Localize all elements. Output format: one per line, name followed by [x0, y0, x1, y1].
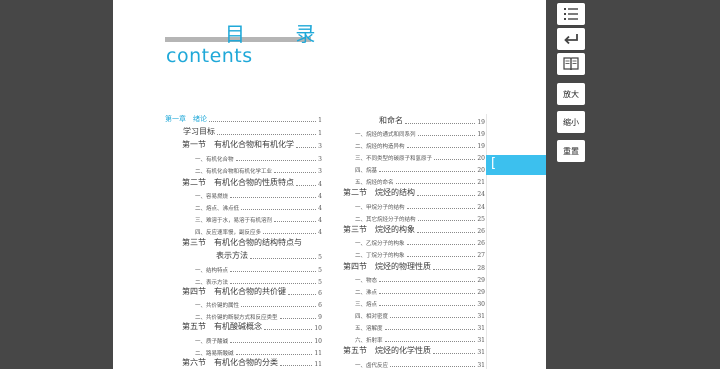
toc-entry[interactable]: 第四节 烷烃的物理性质 28	[343, 262, 485, 272]
toc-entry[interactable]: 第二节 有机化合物的性质特点 4	[182, 178, 322, 188]
toc-entry[interactable]: 二、烷烃的构造异构 19	[355, 140, 485, 150]
toc-entry[interactable]: 二、熔点、沸点低 4	[195, 202, 322, 212]
toc-entry[interactable]: 三、难溶于水，易溶于有机溶剂 4	[195, 214, 322, 224]
toc-entry[interactable]: 第五节 烷烃的化学性质 31	[343, 346, 485, 356]
book-button[interactable]	[557, 53, 585, 75]
toc-entry[interactable]: 一、甲烷分子的结构 24	[355, 201, 485, 211]
page-title-en: contents	[166, 45, 253, 67]
page-title-cn: 目 录	[225, 22, 338, 46]
list-icon	[563, 7, 579, 21]
toc-entry[interactable]: 六、折射率 31	[355, 334, 485, 344]
toc-entry[interactable]: 一、物态 29	[355, 274, 485, 284]
toc-entry[interactable]: 三、熔点 30	[355, 298, 485, 308]
toc-entry[interactable]: 一、容易燃烧 4	[195, 190, 322, 200]
toc-entry[interactable]: 第六节 有机化合物的分类 11	[182, 358, 322, 368]
toc-entry[interactable]: 第一章 绪论 1	[165, 114, 322, 124]
toc-entry[interactable]: 和命名 19	[379, 116, 485, 126]
toc-entry[interactable]: 五、烷烃的命名 21	[355, 176, 485, 186]
toc-entry[interactable]: 第四节 有机化合物的共价键 6	[182, 287, 322, 297]
toc-entry[interactable]: 一、卤代反应 31	[355, 359, 485, 369]
toc-entry[interactable]: 第一节 有机化合物和有机化学 3	[182, 140, 322, 150]
toc-entry[interactable]: 二、丁烷分子的构象 27	[355, 249, 485, 259]
toc-entry[interactable]: 一、质子酸碱 10	[195, 335, 322, 345]
toc-entry[interactable]: 第五节 有机酸碱概念 10	[182, 322, 322, 332]
toc-entry[interactable]: 一、有机化合物 3	[195, 153, 322, 163]
toc-entry[interactable]: 五、溶解度 31	[355, 322, 485, 332]
zoom-out-button[interactable]: 缩小	[557, 111, 585, 133]
side-tab[interactable]: [	[486, 155, 546, 175]
toc-entry[interactable]: 二、沸点 29	[355, 286, 485, 296]
back-icon	[563, 32, 579, 46]
toc-entry[interactable]: 四、烷基 20	[355, 164, 485, 174]
toc-entry[interactable]: 表示方法 5	[216, 251, 322, 261]
toc-entry[interactable]: 二、其它烷烃分子的结构 25	[355, 213, 485, 223]
toc-entry[interactable]: 二、表示方法 5	[195, 276, 322, 286]
toc-entry[interactable]: 二、路易斯酸碱 11	[195, 347, 322, 357]
back-button[interactable]	[557, 28, 585, 50]
side-tab-label: [	[491, 156, 497, 171]
toc-entry[interactable]: 一、乙烷分子的构象 26	[355, 237, 485, 247]
book-icon	[563, 57, 579, 71]
toc-entry[interactable]: 第二节 烷烃的结构 24	[343, 188, 485, 198]
toc-entry[interactable]: 二、共价键的断裂方式和反应类型 9	[195, 311, 322, 321]
toc-entry[interactable]: 四、相对密度 31	[355, 310, 485, 320]
toc-entry[interactable]: 一、烷烃的通式和同系列 19	[355, 128, 485, 138]
toc-entry[interactable]: 第三节 有机化合物的结构特点与	[182, 238, 322, 248]
toc-entry[interactable]: 一、结构特点 5	[195, 264, 322, 274]
document-page: 目 录 contents 第一章 绪论 1 学习目标 1 第一节 有机化合物和有机化…	[113, 0, 546, 369]
zoom-in-button[interactable]: 放大	[557, 83, 585, 105]
toc-entry[interactable]: 四、反应速率慢，副反应多 4	[195, 226, 322, 236]
toc-list-button[interactable]	[557, 3, 585, 25]
toc-entry[interactable]: 三、不同类型的碳原子和氢原子 20	[355, 152, 485, 162]
toc-entry[interactable]: 第三节 烷烃的构象 26	[343, 225, 485, 235]
page-edge-line	[486, 114, 487, 369]
toc-entry[interactable]: 学习目标 1	[183, 127, 322, 137]
reset-button[interactable]: 重置	[557, 140, 585, 162]
toc-entry[interactable]: 二、有机化合物和有机化学工业 3	[195, 165, 322, 175]
toc-entry[interactable]: 一、共价键的属性 6	[195, 299, 322, 309]
